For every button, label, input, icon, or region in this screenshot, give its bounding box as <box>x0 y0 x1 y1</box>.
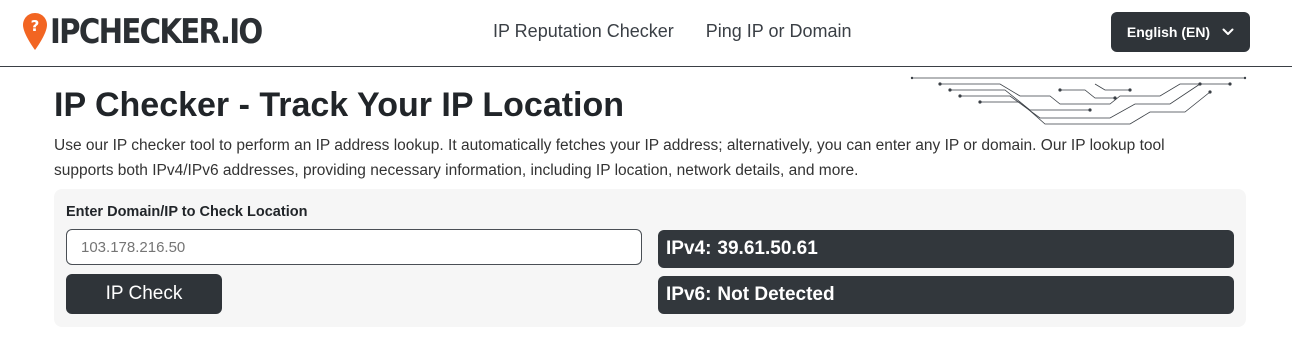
circuit-decoration <box>910 76 1247 125</box>
top-navbar: ? IPCHECKER.IO IP Reputation Checker Pin… <box>0 0 1292 67</box>
ipv6-result: IPv6: Not Detected <box>658 276 1234 314</box>
page-description: Use our IP checker tool to perform an IP… <box>54 137 1165 179</box>
ipv6-label: IPv6: <box>666 284 712 305</box>
main-nav: IP Reputation Checker Ping IP or Domain <box>493 21 852 42</box>
svg-text:?: ? <box>31 17 40 35</box>
ipv6-value: Not Detected <box>717 284 835 305</box>
ip-check-button[interactable]: IP Check <box>66 274 222 314</box>
site-logo[interactable]: ? IPCHECKER.IO <box>22 11 296 53</box>
ipv4-label: IPv4: <box>666 238 712 259</box>
chevron-down-icon <box>1222 28 1234 35</box>
ip-check-panel: Enter Domain/IP to Check Location IP Che… <box>54 189 1246 327</box>
nav-ping-ip-or-domain[interactable]: Ping IP or Domain <box>706 21 852 42</box>
ip-input-label: Enter Domain/IP to Check Location <box>66 204 308 220</box>
language-label: English (EN) <box>1126 24 1211 40</box>
domain-ip-input[interactable] <box>66 229 642 265</box>
ipv4-result: IPv4: 39.61.50.61 <box>658 230 1234 268</box>
logo-text: IPCHECKER.IO <box>50 12 263 52</box>
ipv4-value: 39.61.50.61 <box>717 238 818 259</box>
page-title: IP Checker - Track Your IP Location <box>54 86 625 124</box>
nav-ip-reputation-checker[interactable]: IP Reputation Checker <box>493 21 674 42</box>
language-dropdown-button[interactable]: English (EN) <box>1111 12 1250 52</box>
location-pin-icon: ? <box>23 13 47 50</box>
